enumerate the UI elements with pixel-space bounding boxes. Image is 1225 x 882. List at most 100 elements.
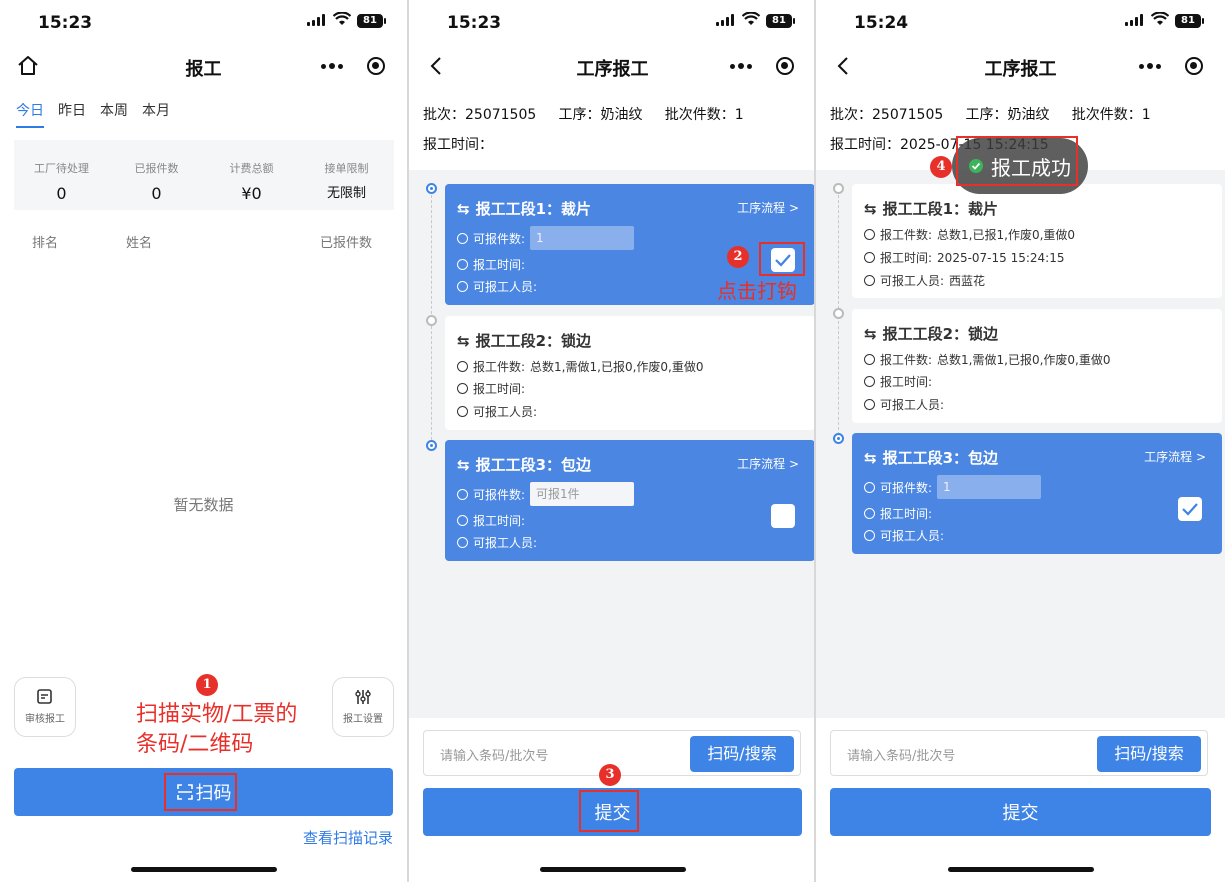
qty-icon: [864, 354, 875, 365]
battery-icon: 81: [766, 14, 795, 28]
user-icon: [864, 530, 875, 541]
annotation-highlight-submit: [579, 790, 639, 832]
annotation-text: 点击打钩: [717, 279, 797, 303]
annotation-highlight-checkbox: [759, 242, 805, 276]
annotation-text: 扫描实物/工票的 条码/二维码: [136, 702, 298, 757]
wifi-icon: [333, 12, 351, 25]
qty-input[interactable]: 可报1件: [530, 482, 635, 506]
annotation-step-3: 3: [599, 764, 621, 786]
qty-icon: [457, 361, 468, 372]
search-input[interactable]: 请输入条码/批次号: [847, 745, 955, 764]
stage-card-1[interactable]: ⇆ 报工工段1：裁片 报工件数: 总数1,已报1,作废0,重做0 报工时间: 2025…: [852, 184, 1222, 298]
user-icon: [864, 399, 875, 410]
tab-month[interactable]: 本月: [142, 100, 170, 128]
batch-info: 批次：25071505 工序：奶油纹 批次件数：1: [423, 104, 744, 124]
timeline-dot: [833, 183, 844, 194]
mini-program-capsule[interactable]: [313, 50, 393, 82]
timeline-dot: [833, 308, 844, 319]
empty-state: 暂无数据: [173, 496, 234, 514]
process-report-screen: 15:23 81 工序报工 批次：25071505 工序：奶油纹 批次件数：1 …: [409, 0, 816, 882]
nav-bar: 报工: [0, 44, 407, 88]
mini-program-capsule[interactable]: [1131, 50, 1211, 82]
user-icon: [457, 537, 468, 548]
stage-card-3[interactable]: ⇆ 报工工段3：包边 工序流程 > 可报件数: 1 报工时间: 可报工人员:: [852, 433, 1222, 554]
more-icon[interactable]: [1139, 63, 1161, 69]
batch-number: 批次：25071505: [830, 107, 944, 123]
home-indicator: [947, 867, 1094, 872]
tab-week[interactable]: 本周: [100, 100, 128, 128]
tab-yesterday[interactable]: 昨日: [58, 100, 86, 128]
stage-card-2[interactable]: ⇆ 报工工段2：锁边 报工件数: 总数1,需做1,已报0,作废0,重做0 报工时间:…: [852, 309, 1222, 423]
home-indicator: [539, 867, 686, 872]
search-input[interactable]: 请输入条码/批次号: [440, 745, 548, 764]
user-icon: [457, 406, 468, 417]
report-settings-button[interactable]: 报工设置: [332, 677, 394, 737]
status-bar: 15:23 81: [0, 0, 407, 44]
wifi-icon: [1151, 12, 1169, 25]
annotation-highlight-scan: [164, 773, 237, 811]
clock-icon: [864, 376, 875, 387]
status-time: 15:24: [854, 13, 909, 33]
stat-pending: 工厂待处理 0: [34, 162, 89, 203]
wifi-icon: [742, 12, 760, 25]
signal-icon: [1125, 14, 1143, 26]
stage-icon: ⇆: [457, 331, 470, 350]
stat-order-limit: 接单限制 无限制: [324, 162, 369, 201]
scan-record-link[interactable]: 查看扫描记录: [303, 827, 393, 848]
annotation-step-2: 2: [727, 246, 749, 268]
stats-panel: 工厂待处理 0 已报件数 0 计费总额 ¥0 接单限制 无限制: [14, 140, 394, 210]
status-time: 15:23: [447, 13, 502, 33]
search-bar: 请输入条码/批次号 扫码/搜索: [830, 730, 1208, 776]
timeline-dot: [426, 183, 437, 194]
timeline-dot: [833, 433, 844, 444]
sliders-icon: [355, 690, 371, 704]
batch-qty: 批次件数：1: [1071, 107, 1151, 123]
qty-icon: [864, 229, 875, 240]
more-icon[interactable]: [730, 63, 752, 69]
qty-input[interactable]: 1: [937, 475, 1042, 499]
signal-icon: [307, 14, 325, 26]
signal-icon: [716, 14, 734, 26]
more-icon[interactable]: [321, 63, 343, 69]
process-flow-link[interactable]: 工序流程 >: [1144, 448, 1206, 465]
process-flow-link[interactable]: 工序流程 >: [737, 455, 799, 472]
date-tabs: 今日 昨日 本周 本月: [16, 100, 170, 128]
process-name: 工序：奶油纹: [558, 107, 643, 123]
stage-card-2[interactable]: ⇆ 报工工段2：锁边 报工件数: 总数1,需做1,已报0,作废0,重做0 报工时间:…: [445, 316, 815, 430]
battery-icon: 81: [1175, 14, 1204, 28]
stage-icon: ⇆: [457, 455, 470, 474]
scan-search-button[interactable]: 扫码/搜索: [1097, 736, 1201, 772]
batch-info: 批次：25071505 工序：奶油纹 批次件数：1: [830, 104, 1151, 124]
user-icon: [457, 281, 468, 292]
stage-card-3[interactable]: ⇆ 报工工段3：包边 工序流程 > 可报件数: 可报1件 报工时间: 可报工人员:: [445, 440, 815, 561]
stat-total-fee: 计费总额 ¥0: [229, 162, 274, 203]
stage-3-checkbox[interactable]: [1178, 497, 1202, 521]
scan-search-button[interactable]: 扫码/搜索: [690, 736, 794, 772]
process-name: 工序：奶油纹: [965, 107, 1050, 123]
close-target-icon[interactable]: [367, 57, 385, 75]
annotation-step-4: 4: [930, 156, 952, 178]
review-report-button[interactable]: 审核报工: [14, 677, 76, 737]
clock-icon: [864, 252, 875, 263]
qty-input[interactable]: 1: [530, 226, 635, 250]
status-bar: 15:24 81: [816, 0, 1225, 44]
tab-today[interactable]: 今日: [16, 100, 44, 128]
qty-icon: [457, 488, 468, 500]
close-target-icon[interactable]: [776, 57, 794, 75]
timeline-dot: [426, 440, 437, 451]
submit-button[interactable]: 提交: [830, 788, 1211, 836]
user-icon: [864, 275, 875, 286]
process-report-success-screen: 15:24 81 工序报工 批次：25071505 工序：奶油纹 批次件数：1 …: [816, 0, 1225, 882]
batch-number: 批次：25071505: [423, 107, 537, 123]
header-name: 姓名: [126, 236, 153, 251]
status-time: 15:23: [38, 13, 93, 33]
close-target-icon[interactable]: [1185, 57, 1203, 75]
qty-icon: [457, 232, 468, 244]
process-flow-link[interactable]: 工序流程 >: [737, 199, 799, 216]
stage-icon: ⇆: [864, 324, 877, 343]
nav-bar: 工序报工: [816, 44, 1225, 88]
clock-icon: [457, 515, 468, 526]
mini-program-capsule[interactable]: [722, 50, 802, 82]
status-bar: 15:23 81: [409, 0, 816, 44]
stage-3-checkbox[interactable]: [771, 504, 795, 528]
